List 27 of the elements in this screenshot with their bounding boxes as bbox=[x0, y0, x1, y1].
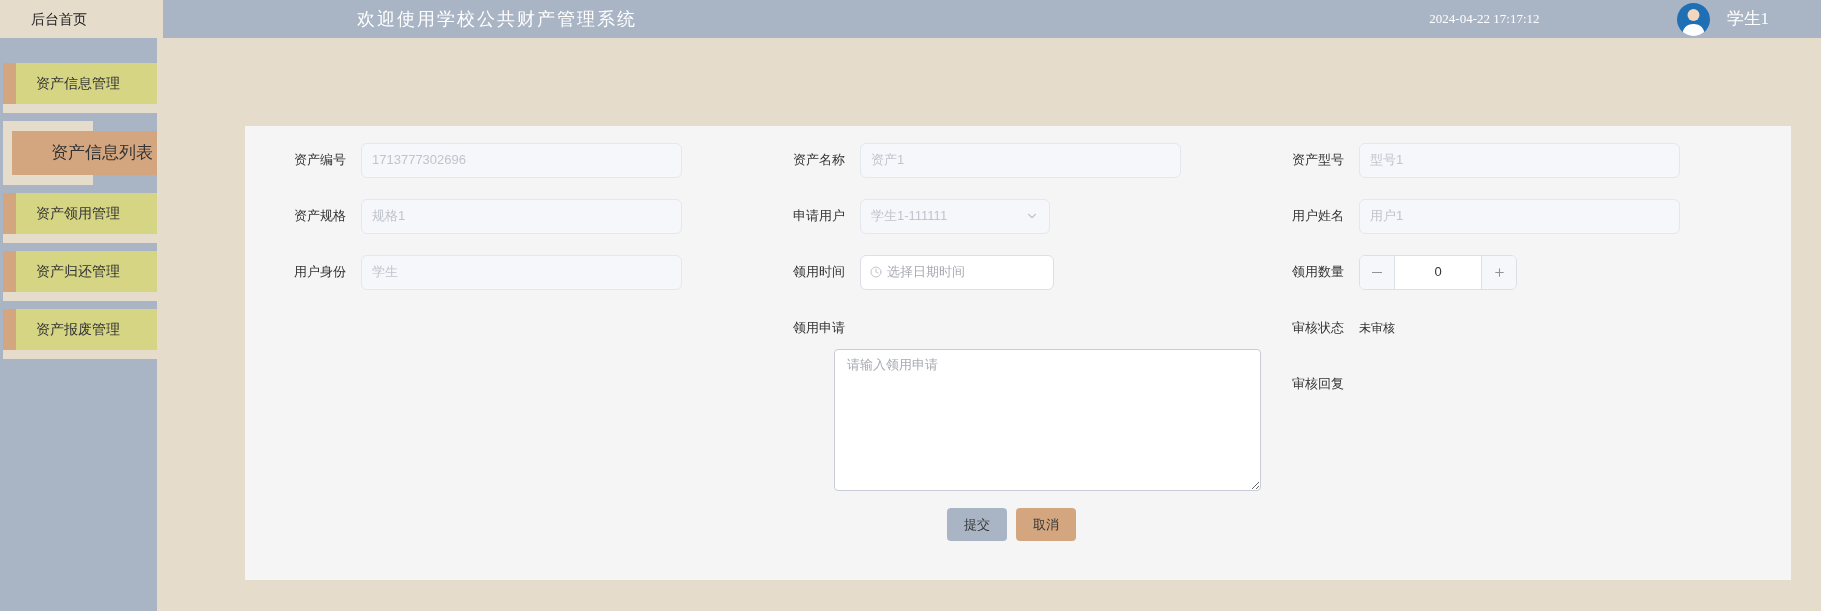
user-name: 学生1 bbox=[1726, 8, 1769, 31]
field-label: 用户姓名 bbox=[1292, 207, 1345, 226]
app-title: 欢迎使用学校公共财产管理系统 bbox=[357, 7, 637, 31]
field-label: 审核回复 bbox=[1292, 375, 1345, 394]
avatar bbox=[1676, 2, 1710, 36]
cancel-button[interactable]: 取消 bbox=[1016, 508, 1076, 541]
increment-button[interactable] bbox=[1481, 255, 1516, 289]
field-label: 审核状态 bbox=[1292, 319, 1345, 338]
textarea-field[interactable]: 请输入领用申请 bbox=[834, 349, 1261, 491]
decrement-button[interactable] bbox=[1360, 255, 1395, 289]
field-label: 申请用户 bbox=[793, 207, 846, 226]
date-time: 2024-04-22 17:17:12 bbox=[1429, 10, 1540, 29]
field-label: 领用时间 bbox=[793, 263, 846, 282]
field-label: 领用申请 bbox=[793, 319, 846, 338]
field-label: 资产型号 bbox=[1292, 151, 1345, 170]
field-label: 领用数量 bbox=[1292, 263, 1345, 282]
submit-button[interactable]: 提交 bbox=[947, 508, 1007, 541]
number-field[interactable]: 0 bbox=[1359, 254, 1517, 290]
field-label: 资产规格 bbox=[294, 207, 347, 226]
plus-icon bbox=[1492, 265, 1506, 279]
field-label: 资产名称 bbox=[793, 151, 846, 170]
field-label: 资产编号 bbox=[294, 151, 347, 170]
field-label: 用户身份 bbox=[294, 263, 347, 282]
status-value: 未审核 bbox=[1359, 320, 1395, 337]
minus-icon bbox=[1372, 271, 1382, 273]
clock-icon bbox=[870, 266, 882, 278]
home-link[interactable]: 后台首页 bbox=[0, 0, 163, 38]
